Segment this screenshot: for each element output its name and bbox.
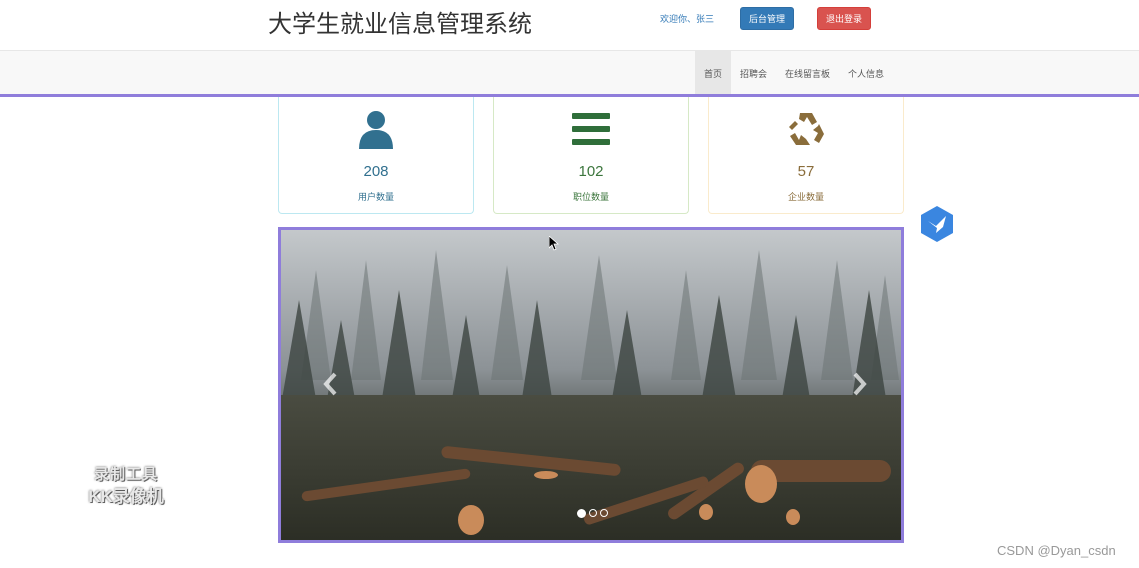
stat-card-jobs: 102 职位数量: [493, 97, 689, 214]
bird-widget-icon[interactable]: [919, 205, 955, 243]
carousel-indicators: [577, 509, 608, 518]
carousel-dot[interactable]: [577, 509, 586, 518]
stat-label: 用户数量: [357, 192, 394, 202]
carousel-dot[interactable]: [600, 509, 608, 517]
site-title: 大学生就业信息管理系统: [268, 11, 532, 38]
stat-card-users: 208 用户数量: [278, 97, 474, 214]
stat-card-companies: 57 企业数量: [708, 97, 904, 214]
nav-item-home[interactable]: 首页: [694, 51, 731, 96]
user-icon: [359, 111, 393, 149]
recorder-watermark-line2: KK录像机: [88, 487, 164, 506]
recorder-watermark: 录制工具 KK录像机: [78, 463, 174, 507]
stat-value: 57: [797, 163, 815, 180]
chevron-left-icon[interactable]: [319, 370, 343, 398]
welcome-text: 欢迎你、张三: [660, 14, 715, 24]
top-header: 大学生就业信息管理系统 欢迎你、张三 后台管理 退出登录: [0, 0, 1139, 50]
chevron-right-icon[interactable]: [847, 370, 871, 398]
nav-item-message-board[interactable]: 在线留言板: [776, 51, 839, 96]
stat-label: 职位数量: [572, 192, 609, 202]
forest-slide-image: [281, 230, 901, 540]
carousel-dot[interactable]: [589, 509, 597, 517]
recycle-icon: [789, 113, 824, 145]
list-icon: [572, 113, 610, 145]
main-navbar: 首页 招聘会 在线留言板 个人信息: [0, 50, 1139, 96]
recorder-watermark-line1: 录制工具: [93, 466, 158, 483]
stat-value: 208: [363, 163, 389, 180]
image-carousel[interactable]: [278, 227, 904, 543]
nav-menu: 首页 招聘会 在线留言板 个人信息: [694, 51, 893, 96]
admin-button[interactable]: 后台管理: [740, 7, 794, 30]
nav-item-profile[interactable]: 个人信息: [839, 51, 893, 96]
stat-value: 102: [578, 163, 604, 180]
csdn-watermark: CSDN @Dyan_csdn: [997, 543, 1116, 558]
mouse-cursor-icon: [549, 236, 559, 251]
logout-button[interactable]: 退出登录: [817, 7, 871, 30]
stat-label: 企业数量: [787, 192, 824, 202]
nav-item-job-fair[interactable]: 招聘会: [731, 51, 776, 96]
